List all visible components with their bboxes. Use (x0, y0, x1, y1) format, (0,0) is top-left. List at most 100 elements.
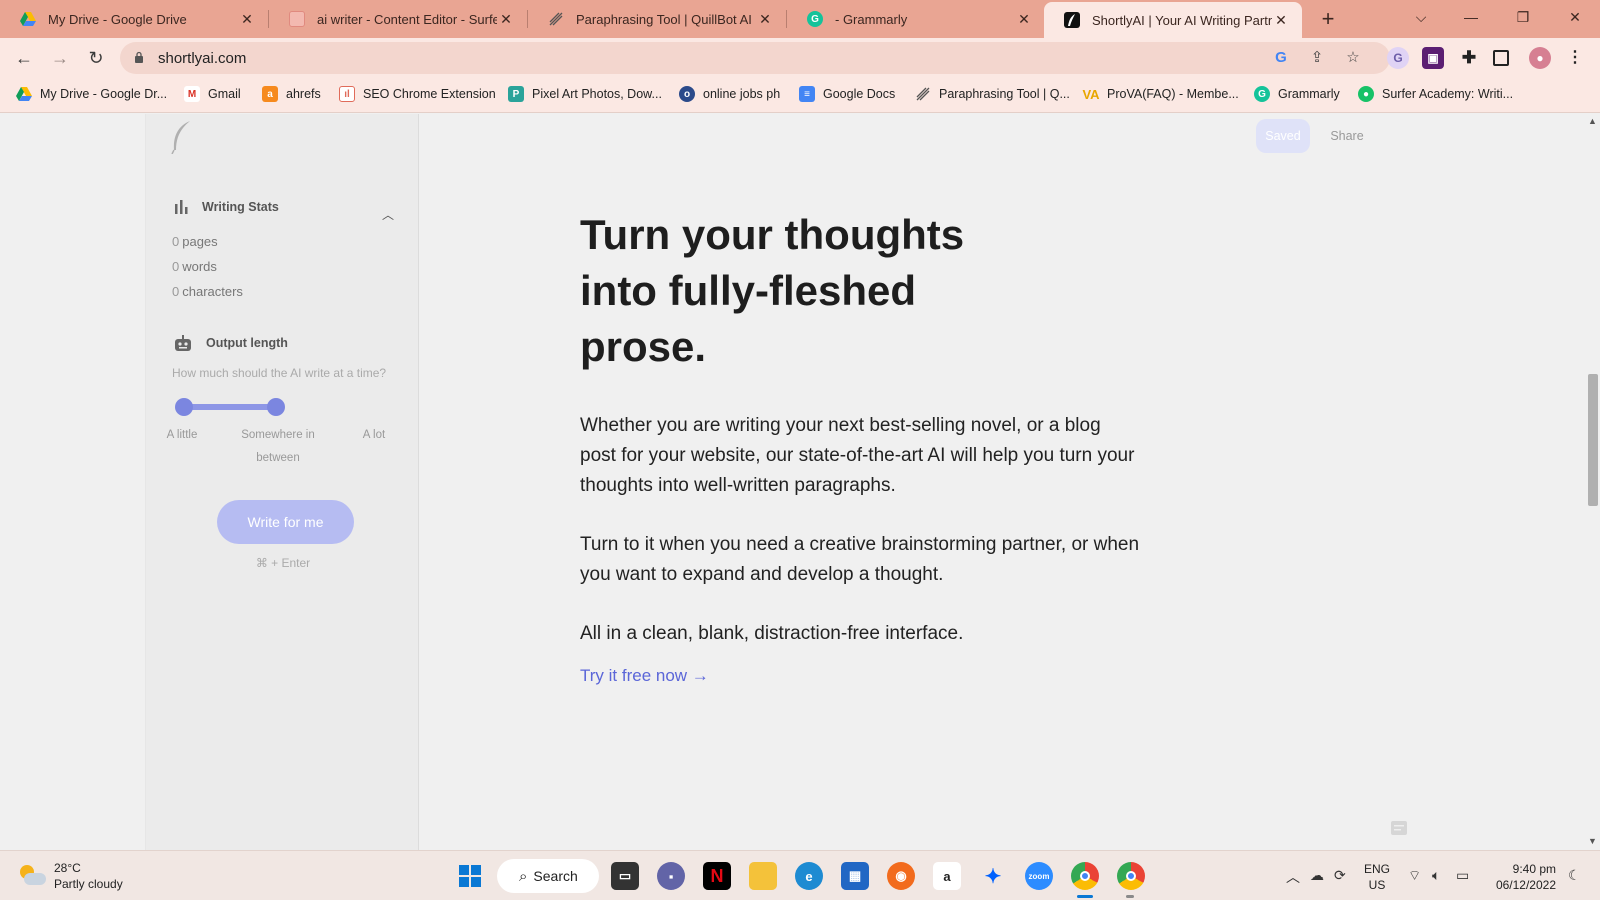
grammarly-icon: G (1254, 86, 1270, 102)
bookmark-quillbot[interactable]: Paraphrasing Tool | Q... (915, 86, 1070, 102)
try-it-free-link[interactable]: Try it free now → (580, 666, 709, 686)
file-explorer-icon[interactable] (749, 862, 777, 890)
url-text: shortlyai.com (158, 50, 247, 67)
scroll-down-arrow-icon[interactable]: ▼ (1587, 836, 1598, 846)
stat-words: 0 words (172, 259, 217, 274)
menu-kebab-icon[interactable]: ⋮ (1564, 47, 1586, 69)
clock-date: 06/12/2022 (1495, 878, 1556, 892)
bookmark-label: Grammarly (1278, 87, 1340, 101)
page-scrollbar[interactable]: ▲ ▼ (1585, 114, 1600, 850)
saved-status-button[interactable]: Saved (1256, 119, 1310, 153)
weather-widget[interactable]: 28°C Partly cloudy (18, 860, 123, 892)
microsoft-store-icon[interactable]: ▦ (841, 862, 869, 890)
system-clock[interactable]: 9:40 pm 06/12/2022 (1490, 861, 1556, 893)
volume-icon[interactable]: 🔈︎ (1432, 867, 1440, 884)
profile-avatar[interactable]: ● (1529, 47, 1551, 69)
tab-title: Paraphrasing Tool | QuillBot AI (576, 11, 752, 27)
close-tab-icon[interactable]: ✕ (1015, 11, 1033, 28)
stat-pages: 0 pages (172, 234, 218, 249)
notifications-moon-icon[interactable]: ☾ (1568, 867, 1581, 884)
windows-start-icon[interactable] (456, 862, 484, 890)
document-icon[interactable] (1389, 818, 1409, 838)
tab-title: My Drive - Google Drive (48, 11, 187, 27)
bookmark-pixel-art[interactable]: P Pixel Art Photos, Dow... (508, 86, 662, 102)
firefox-icon[interactable]: ◉ (887, 862, 915, 890)
slider-label-mid: Somewhere in between (228, 424, 328, 470)
bookmark-seo-extension[interactable]: ıl SEO Chrome Extension (339, 86, 496, 102)
bookmark-google-drive[interactable]: My Drive - Google Dr... (16, 86, 167, 102)
show-hidden-icons-icon[interactable]: ︿ (1286, 867, 1300, 887)
bookmark-google-docs[interactable]: ≡ Google Docs (799, 86, 895, 102)
google-lens-icon[interactable]: G (1272, 49, 1290, 67)
restore-icon[interactable]: ❐ (1500, 0, 1546, 36)
task-view-icon[interactable]: ▭ (611, 862, 639, 890)
bookmark-surfer-academy[interactable]: ● Surfer Academy: Writi... (1358, 86, 1513, 102)
puzzle-extensions-icon[interactable]: ✚ (1458, 47, 1480, 69)
bookmark-gmail[interactable]: M Gmail (184, 86, 241, 102)
language-code: ENG (1364, 862, 1391, 876)
close-window-icon[interactable]: ✕ (1552, 0, 1598, 36)
tab-search-icon[interactable]: ⌵ (1398, 0, 1444, 36)
stat-value: 0 (172, 284, 180, 299)
bookmark-star-icon[interactable]: ☆ (1344, 49, 1362, 67)
wifi-icon[interactable]: ⌔ (1408, 867, 1421, 885)
clock-time: 9:40 pm (1512, 862, 1556, 876)
address-bar[interactable]: shortlyai.com G ⇪ ☆ (120, 42, 1390, 74)
forward-icon[interactable]: → (46, 44, 74, 72)
close-tab-icon[interactable]: ✕ (238, 11, 256, 28)
share-page-icon[interactable]: ⇪ (1308, 49, 1326, 67)
taskbar-search[interactable]: ⌕ Search (497, 859, 599, 893)
write-for-me-button[interactable]: Write for me (217, 500, 354, 544)
onedrive-cloud-icon[interactable]: ☁ (1310, 867, 1324, 884)
tab-surfer[interactable]: ai writer - Content Editor - Surfer ✕ (269, 0, 527, 38)
tab-quillbot[interactable]: Paraphrasing Tool | QuillBot AI ✕ (528, 0, 786, 38)
bookmark-ahrefs[interactable]: a ahrefs (262, 86, 321, 102)
close-tab-icon[interactable]: ✕ (1272, 12, 1290, 29)
chevron-up-icon[interactable]: ︿ (382, 206, 394, 223)
close-tab-icon[interactable]: ✕ (497, 11, 515, 28)
weather-temperature: 28°C (54, 861, 81, 875)
tab-grammarly[interactable]: G - Grammarly ✕ (787, 0, 1045, 38)
search-label: Search (533, 868, 578, 884)
slider-knob-value[interactable] (267, 398, 285, 416)
slider-track (183, 404, 279, 410)
share-button[interactable]: Share (1322, 119, 1372, 153)
bookmark-label: Surfer Academy: Writi... (1382, 87, 1514, 101)
tab-title: - Grammarly (835, 11, 908, 27)
writing-stats-header[interactable]: Writing Stats (172, 198, 279, 216)
teams-chat-icon[interactable]: ▪ (657, 862, 685, 890)
minimize-icon[interactable]: — (1448, 0, 1494, 36)
extension-icon[interactable]: ▣ (1422, 47, 1444, 69)
grammarly-extension-icon[interactable]: G (1387, 47, 1409, 69)
tab-title: ai writer - Content Editor - Surfer (317, 11, 497, 27)
bookmark-online-jobs[interactable]: o online jobs ph (679, 86, 780, 102)
edge-icon[interactable]: e (795, 862, 823, 890)
output-length-slider[interactable] (175, 397, 285, 417)
back-icon[interactable]: ← (10, 44, 38, 72)
bookmark-grammarly[interactable]: G Grammarly (1254, 86, 1340, 102)
battery-icon[interactable]: ▭ (1456, 867, 1469, 884)
tab-google-drive[interactable]: My Drive - Google Drive ✕ (0, 0, 268, 38)
close-tab-icon[interactable]: ✕ (756, 11, 774, 28)
dropbox-icon[interactable]: ✦ (979, 862, 1007, 890)
sync-icon[interactable]: ⟳ (1334, 867, 1346, 884)
scroll-up-arrow-icon[interactable]: ▲ (1587, 116, 1598, 126)
language-indicator[interactable]: ENG US (1364, 861, 1390, 893)
side-panel-icon[interactable] (1493, 50, 1509, 66)
page-headline: Turn your thoughts into fully-fleshed pr… (580, 207, 1030, 375)
bookmark-prova[interactable]: VA ProVA(FAQ) - Membe... (1082, 86, 1238, 102)
chrome-profile-icon[interactable] (1117, 862, 1145, 890)
bookmarks-bar: My Drive - Google Dr... M Gmail a ahrefs ı… (0, 78, 1600, 113)
netflix-icon[interactable]: N (703, 862, 731, 890)
bar-chart-icon (175, 200, 188, 214)
chrome-icon[interactable] (1071, 862, 1099, 890)
tab-shortlyai[interactable]: ShortlyAI | Your AI Writing Partner ✕ (1044, 2, 1302, 38)
feather-logo-icon[interactable] (170, 120, 192, 154)
scrollbar-thumb[interactable] (1588, 374, 1598, 506)
reload-icon[interactable]: ↻ (82, 44, 110, 72)
slider-label-mid-line2: between (256, 452, 300, 464)
new-tab-button[interactable]: + (1315, 6, 1341, 32)
zoom-icon[interactable]: zoom (1025, 862, 1053, 890)
slider-knob-min[interactable] (175, 398, 193, 416)
amazon-icon[interactable]: a (933, 862, 961, 890)
